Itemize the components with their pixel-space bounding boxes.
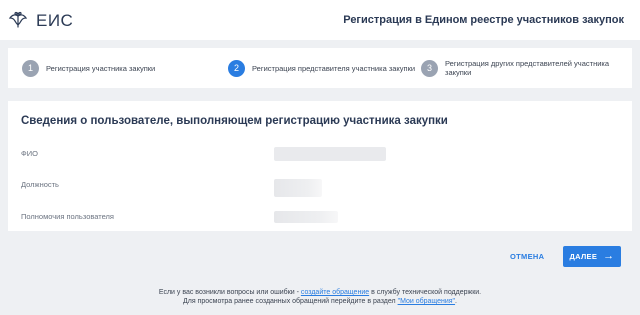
cancel-button[interactable]: ОТМЕНА	[510, 252, 544, 261]
user-info-card: Сведения о пользователе, выполняющем рег…	[8, 101, 632, 231]
footer-line-1: Если у вас возникли вопросы или ошибки -…	[0, 288, 640, 297]
step-label: Регистрация других представителей участн…	[445, 59, 610, 77]
footer-text: Если у вас возникли вопросы или ошибки -	[158, 289, 301, 296]
next-button-label: ДАЛЕЕ	[569, 252, 598, 261]
footer-text: .	[455, 298, 457, 305]
redacted-fio-value	[274, 147, 386, 161]
eagle-emblem-icon[interactable]	[8, 10, 28, 30]
step-2: 2 Регистрация представителя участника за…	[228, 48, 415, 88]
support-footer: Если у вас возникли вопросы или ошибки -…	[0, 288, 640, 306]
step-label: Регистрация представителя участника заку…	[252, 63, 416, 73]
my-requests-link[interactable]: "Мои обращения"	[398, 298, 455, 305]
next-button[interactable]: ДАЛЕЕ →	[563, 246, 621, 267]
step-label: Регистрация участника закупки	[46, 63, 156, 73]
redacted-position-value	[274, 179, 322, 197]
create-request-link[interactable]: создайте обращение	[301, 289, 369, 296]
step-number: 3	[421, 59, 438, 77]
footer-text: в службу технической поддержки.	[369, 289, 482, 296]
registration-stepper: 1 Регистрация участника закупки 2 Регист…	[8, 48, 632, 88]
card-title: Сведения о пользователе, выполняющем рег…	[21, 115, 448, 127]
step-number: 2	[228, 59, 245, 77]
field-label-permissions: Полномочия пользователя	[21, 212, 114, 221]
step-1: 1 Регистрация участника закупки	[22, 48, 155, 88]
redacted-permissions-value	[274, 211, 338, 223]
brand-name[interactable]: ЕИС	[36, 11, 73, 31]
footer-text: Для просмотра ранее созданных обращений …	[183, 298, 398, 305]
top-header: ЕИС Регистрация в Едином реестре участни…	[0, 0, 640, 40]
page-title: Регистрация в Едином реестре участников …	[343, 14, 624, 26]
field-label-fio: ФИО	[21, 149, 38, 158]
footer-line-2: Для просмотра ранее созданных обращений …	[0, 297, 640, 306]
arrow-right-icon: →	[603, 250, 615, 262]
step-number: 1	[22, 59, 39, 77]
field-label-position: Должность	[21, 180, 59, 189]
step-3: 3 Регистрация других представителей учас…	[421, 48, 621, 88]
